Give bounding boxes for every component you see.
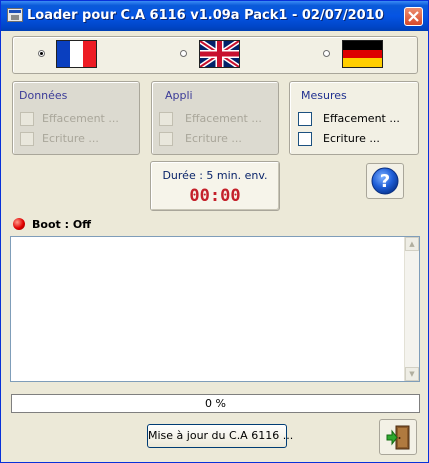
group-appli-title: Appli [165, 89, 193, 102]
loader-window: Loader pour C.A 6116 v1.09a Pack1 - 02/0… [0, 0, 429, 463]
duration-time: 00:00 [189, 186, 241, 206]
fr-flag-icon[interactable] [56, 40, 97, 68]
progress-label: 0 % [205, 397, 226, 410]
duration-panel: Durée : 5 min. env. 00:00 [150, 161, 280, 211]
svg-text:?: ? [380, 171, 390, 192]
duration-label: Durée : 5 min. env. [162, 169, 268, 182]
update-button[interactable]: Mise à jour du C.A 6116 ... [147, 424, 293, 448]
exit-button[interactable] [379, 419, 417, 455]
uk-flag-icon[interactable] [199, 40, 240, 68]
close-icon [408, 11, 419, 22]
donnees-write-label: Ecriture ... [42, 132, 99, 145]
language-panel [12, 36, 418, 74]
app-icon [7, 8, 23, 22]
boot-status-label: Boot : Off [32, 218, 92, 231]
scroll-up-button[interactable]: ▲ [405, 237, 419, 251]
close-button[interactable] [404, 7, 423, 26]
appli-erase-label: Effacement ... [185, 112, 262, 125]
group-donnees: Données Effacement ... Ecriture ... [12, 81, 140, 155]
appli-erase-checkbox[interactable] [159, 112, 173, 126]
scroll-down-button[interactable]: ▼ [405, 367, 419, 381]
group-mesures: Mesures Effacement ... Ecriture ... [289, 81, 419, 155]
log-scrollbar[interactable]: ▲ ▼ [404, 237, 419, 381]
mesures-erase-checkbox[interactable] [298, 112, 312, 126]
appli-write-label: Ecriture ... [185, 132, 242, 145]
donnees-write-checkbox[interactable] [20, 132, 34, 146]
radio-english[interactable] [180, 50, 187, 57]
donnees-erase-checkbox[interactable] [20, 112, 34, 126]
group-appli: Appli Effacement ... Ecriture ... [151, 81, 279, 155]
mesures-erase-label: Effacement ... [323, 112, 400, 125]
help-icon: ? [371, 167, 399, 195]
progress-bar: 0 % [11, 394, 420, 413]
radio-german[interactable] [323, 50, 330, 57]
mesures-write-label: Ecriture ... [323, 132, 380, 145]
exit-door-icon [386, 425, 410, 450]
mesures-write-checkbox[interactable] [298, 132, 312, 146]
de-flag-icon[interactable] [342, 40, 383, 68]
group-donnees-title: Données [19, 89, 68, 102]
appli-write-checkbox[interactable] [159, 132, 173, 146]
group-mesures-title: Mesures [301, 89, 347, 102]
title-bar[interactable]: Loader pour C.A 6116 v1.09a Pack1 - 02/0… [1, 1, 428, 31]
window-title: Loader pour C.A 6116 v1.09a Pack1 - 02/0… [27, 8, 384, 23]
log-textarea[interactable]: ▲ ▼ [10, 236, 420, 382]
help-button[interactable]: ? [366, 163, 404, 199]
radio-french[interactable] [38, 50, 45, 57]
boot-status-led [13, 218, 25, 230]
donnees-erase-label: Effacement ... [42, 112, 119, 125]
